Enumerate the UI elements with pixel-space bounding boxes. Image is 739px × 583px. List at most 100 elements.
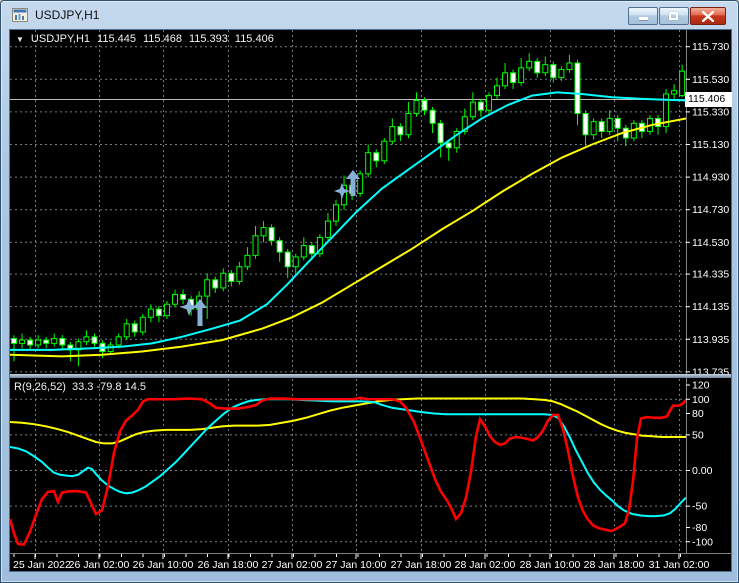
minimize-icon	[639, 17, 648, 20]
candle-body	[59, 337, 66, 346]
close-icon	[702, 11, 714, 22]
titlebar[interactable]: USDJPY,H1	[2, 2, 737, 28]
candle-body	[43, 339, 50, 344]
candle-body	[494, 85, 500, 97]
price-axis-label: 115.130	[692, 139, 729, 151]
candle-body	[51, 337, 58, 344]
candle-body	[11, 337, 17, 344]
price-axis-label: 114.930	[692, 172, 729, 184]
time-axis-label: 28 Jan 18:00	[584, 559, 645, 571]
ohlc-low: 115.393	[188, 33, 228, 45]
chart-window-icon[interactable]	[12, 7, 28, 23]
candle-body	[284, 251, 291, 268]
candle-body	[244, 254, 251, 268]
candle-body	[510, 72, 517, 84]
candle-body	[333, 204, 339, 222]
candle-body	[35, 339, 42, 346]
candle-body	[155, 308, 162, 317]
candle-body	[558, 69, 565, 79]
panel-divider[interactable]	[10, 374, 731, 378]
candle-body	[518, 67, 525, 84]
candle-body	[526, 60, 533, 69]
indicator-axis-label: 50	[692, 429, 704, 441]
axes[interactable]: 115.730 115.530 115.330 115.130 114.930 114.7…	[10, 30, 733, 571]
window-title: USDJPY,H1	[35, 8, 100, 22]
candle-body	[357, 173, 364, 194]
ohlc-close: 115.406	[234, 33, 274, 45]
candle-body	[260, 227, 267, 237]
time-axis-label: 25 Jan 2022	[13, 559, 71, 571]
candle-body	[421, 99, 428, 111]
price-axis-label: 114.730	[692, 204, 729, 216]
time-axis-label: 27 Jan 02:00	[262, 559, 323, 571]
candle-body	[19, 339, 26, 344]
chart-client-area: 115.730 115.530 115.330 115.130 114.930 114.7…	[9, 29, 733, 573]
price-axis-label: 113.935	[692, 334, 729, 346]
collapse-icon[interactable]: ▼	[16, 35, 24, 44]
candle-body	[276, 240, 283, 253]
chart-window-icon-svg	[12, 8, 28, 22]
time-axis-label: 27 Jan 18:00	[391, 559, 452, 571]
maximize-icon	[669, 12, 678, 20]
candle-body	[413, 99, 420, 115]
indicator-axis-label: 0.00	[692, 465, 713, 477]
candle-body	[172, 293, 178, 305]
candle-body	[292, 256, 299, 268]
candle-body	[381, 140, 388, 162]
candle-body	[115, 336, 122, 346]
price-axis-label: 114.135	[692, 301, 729, 313]
candle-body	[437, 122, 444, 144]
up-arrow-icon	[193, 299, 207, 326]
candle-body	[147, 308, 154, 318]
price-axis-label: 115.330	[692, 106, 729, 118]
time-axis-label: 26 Jan 10:00	[133, 559, 194, 571]
candle-body	[324, 220, 331, 238]
indicator-cyan-line	[10, 398, 686, 518]
indicator-axis-label: 80	[692, 408, 704, 420]
time-axis-label: 28 Jan 02:00	[455, 559, 516, 571]
ohlc-open: 115.445	[97, 33, 136, 45]
candle-body	[365, 152, 372, 175]
indicator-yellow-line	[10, 397, 686, 445]
candle-body	[236, 266, 243, 282]
candle-body	[429, 109, 436, 124]
candle-body	[502, 72, 509, 87]
price-axis-label: 114.530	[692, 237, 729, 249]
candle-body	[598, 121, 605, 132]
candle-body	[671, 90, 678, 95]
candle-body	[590, 121, 597, 136]
time-axis-label: 26 Jan 18:00	[198, 559, 259, 571]
candle-body	[614, 117, 621, 129]
candle-body	[91, 336, 98, 344]
candle-body	[405, 113, 412, 136]
candle-body	[582, 113, 589, 136]
candle-body	[27, 339, 34, 346]
candle-body	[308, 245, 315, 255]
minimize-button[interactable]	[628, 7, 658, 25]
chart-window: USDJPY,H1 115.730 115.530 115.330 115.130 11…	[0, 0, 739, 583]
chart-canvas[interactable]: 115.730 115.530 115.330 115.130 114.930 114.7…	[10, 30, 733, 573]
maximize-button[interactable]	[659, 7, 689, 25]
candle-body	[163, 303, 170, 317]
candle-body	[300, 245, 307, 258]
indicator-name: R(9,26,52)	[14, 381, 66, 393]
candle-body	[268, 227, 275, 242]
close-button[interactable]	[690, 7, 726, 25]
indicator-lines	[10, 396, 686, 547]
candle-body	[389, 126, 396, 142]
candle-body	[373, 152, 380, 162]
indicator-values: 33.3 -79.8 14.5	[71, 381, 146, 393]
indicator-axis-label: 120	[692, 380, 710, 392]
candle-body	[180, 293, 187, 300]
candle-body	[123, 323, 130, 338]
price-axis-label: 114.335	[692, 269, 729, 281]
candle-body	[477, 101, 484, 111]
candle-body	[252, 235, 259, 256]
time-axis-label: 31 Jan 02:00	[649, 559, 710, 571]
star-icon	[334, 183, 350, 199]
candle-body	[679, 70, 686, 97]
candle-body	[445, 142, 452, 149]
candle-body	[542, 64, 549, 74]
candle-body	[204, 279, 211, 297]
indicator-axis-label: -100	[692, 536, 713, 548]
